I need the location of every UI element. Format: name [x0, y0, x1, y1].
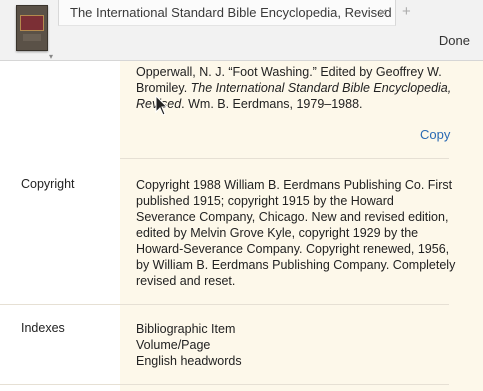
info-panel: Opperwall, N. J. “Foot Washing.” Edited …: [0, 61, 483, 391]
index-item-english-headwords[interactable]: English headwords: [136, 353, 456, 369]
new-tab-icon[interactable]: +: [402, 3, 411, 20]
done-button[interactable]: Done: [439, 33, 470, 48]
mouse-pointer-icon: [155, 95, 169, 116]
chevron-down-icon: ▾: [49, 52, 54, 61]
copyright-value: Copyright 1988 William B. Eerdmans Publi…: [136, 178, 456, 288]
tab-resource[interactable]: The International Standard Bible Encyclo…: [58, 0, 396, 26]
index-item-volume-page[interactable]: Volume/Page: [136, 337, 456, 353]
divider: [0, 304, 449, 305]
citation-text[interactable]: Opperwall, N. J. “Foot Washing.” Edited …: [136, 64, 456, 112]
copy-citation-link[interactable]: Copy: [420, 127, 450, 142]
tab-title: The International Standard Bible Encyclo…: [70, 5, 392, 20]
top-toolbar: ▾ The International Standard Bible Encyc…: [0, 0, 483, 61]
divider: [120, 158, 449, 159]
indexes-label: Indexes: [21, 321, 65, 335]
copyright-label: Copyright: [21, 177, 75, 191]
divider: [0, 384, 449, 385]
indexes-list: Bibliographic Item Volume/Page English h…: [136, 321, 456, 369]
book-cover-button[interactable]: ▾: [6, 3, 56, 61]
close-icon[interactable]: ×: [379, 4, 387, 20]
index-item-bibliographic[interactable]: Bibliographic Item: [136, 321, 456, 337]
book-cover-thumbnail: [16, 5, 48, 51]
